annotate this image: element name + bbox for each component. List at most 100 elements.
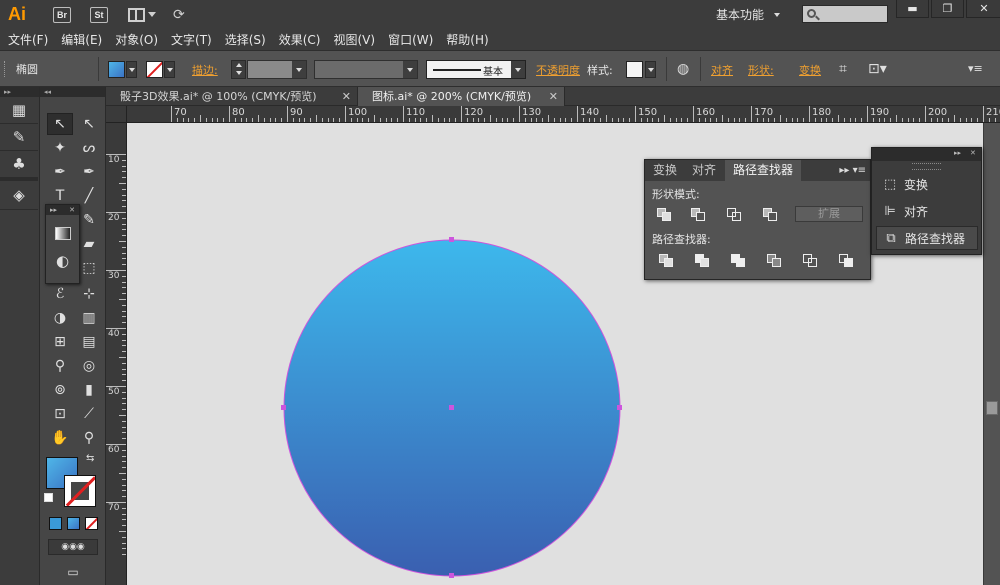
chevron-down-icon[interactable] — [403, 61, 417, 78]
isolate-selection-icon[interactable]: ⌗ — [839, 61, 847, 77]
dock-item-pathfinder[interactable]: ⧉ 路径查找器 — [876, 226, 978, 250]
fill-dropdown[interactable] — [126, 61, 137, 78]
stroke-weight-stepper[interactable] — [231, 60, 246, 79]
minus-front-button[interactable] — [691, 208, 707, 222]
default-colors-icon[interactable] — [44, 493, 53, 502]
menu-help[interactable]: 帮助(H) — [446, 31, 488, 48]
transform-link[interactable]: 变换 — [799, 62, 821, 78]
menu-select[interactable]: 选择(S) — [225, 31, 266, 48]
right-dock-header[interactable]: ▸▸ ✕ — [872, 148, 981, 161]
unite-button[interactable] — [657, 208, 673, 222]
gradient-tool[interactable]: ▤ — [76, 331, 102, 353]
stock-button[interactable]: St — [90, 6, 108, 23]
menu-object[interactable]: 对象(O) — [115, 31, 158, 48]
blend-tool[interactable]: ◎ — [76, 355, 102, 377]
exclude-button[interactable] — [763, 208, 779, 222]
selection-tool[interactable]: ↖ — [47, 113, 73, 135]
recolor-artwork-icon[interactable]: ◍ — [677, 61, 689, 77]
none-mode-button[interactable] — [85, 517, 98, 530]
color-mode-button[interactable] — [49, 517, 62, 530]
vertical-ruler[interactable]: 10 20 30 40 50 60 70 — [106, 106, 127, 585]
dock-item-align[interactable]: ⊫ 对齐 — [876, 199, 978, 223]
magic-wand-tool[interactable]: ✦ — [47, 137, 73, 159]
shape-builder-tool[interactable]: ◑ — [47, 307, 73, 329]
panel-menu-icon[interactable]: ▸▸ ▾≡ — [839, 165, 866, 176]
tab-align[interactable]: 对齐 — [692, 160, 716, 181]
stroke-weight-field[interactable] — [247, 60, 307, 79]
divide-button[interactable] — [659, 254, 675, 268]
zoom-tool[interactable]: ⚲ — [76, 427, 102, 449]
anchor-point-left[interactable] — [281, 405, 286, 410]
panel-grip[interactable] — [4, 61, 7, 77]
swap-colors-icon[interactable]: ⇆ — [86, 453, 94, 464]
symbols-panel-button[interactable]: ♣ — [0, 151, 38, 178]
menu-view[interactable]: 视图(V) — [333, 31, 375, 48]
arrange-documents-button[interactable] — [128, 6, 158, 24]
eyedropper-tool[interactable]: ⚲ — [47, 355, 73, 377]
minus-back-button[interactable] — [839, 254, 855, 268]
stroke-dropdown[interactable] — [164, 61, 175, 78]
chevron-down-icon[interactable] — [774, 13, 780, 17]
menu-type[interactable]: 文字(T) — [171, 31, 212, 48]
mini-panel-header[interactable]: ▸▸✕ — [46, 205, 79, 215]
close-window-button[interactable]: ✕ — [966, 0, 1000, 18]
envelope-icon[interactable]: ⊡▾ — [868, 61, 887, 77]
expand-button[interactable]: 扩展 — [795, 206, 863, 222]
curvature-tool[interactable]: ✒ — [76, 161, 102, 183]
tab-dice-3d[interactable]: 骰子3D效果.ai* @ 100% (CMYK/预览) ✕ — [106, 87, 358, 106]
panel-menu-icon[interactable]: ▾≡ — [968, 61, 983, 77]
intersect-button[interactable] — [727, 208, 743, 222]
dock-item-transform[interactable]: ⬚ 变换 — [876, 172, 978, 196]
mesh-tool[interactable]: ⊞ — [47, 331, 73, 353]
ruler-origin[interactable] — [106, 106, 127, 123]
close-icon[interactable]: ✕ — [342, 87, 351, 106]
menu-file[interactable]: 文件(F) — [8, 31, 48, 48]
panel-grip[interactable] — [912, 163, 941, 170]
close-icon[interactable]: ✕ — [549, 87, 558, 106]
chevron-down-icon[interactable] — [511, 61, 525, 78]
fill-color-swatch[interactable] — [108, 61, 125, 78]
merge-button[interactable] — [731, 254, 747, 268]
brushes-panel-button[interactable]: ✎ — [0, 124, 38, 151]
vertical-scrollbar[interactable] — [983, 123, 1000, 585]
chevron-down-icon[interactable] — [292, 61, 306, 78]
minimize-button[interactable]: ▬ — [896, 0, 929, 18]
direct-selection-tool[interactable]: ↖ — [76, 113, 102, 135]
align-link[interactable]: 对齐 — [711, 62, 733, 78]
pen-tool[interactable]: ✒ — [47, 161, 73, 183]
bridge-button[interactable]: Br — [53, 6, 71, 23]
free-transform-tool-2[interactable]: ⊹ — [76, 283, 102, 305]
gradient-mode-button[interactable] — [67, 517, 80, 530]
layers-panel-button[interactable]: ◈ — [0, 178, 38, 210]
lasso-tool[interactable]: ᔕ — [76, 137, 102, 159]
workspace-switcher[interactable]: 基本功能 — [716, 6, 764, 23]
scrollbar-thumb[interactable] — [986, 401, 998, 415]
search-box[interactable] — [802, 5, 888, 23]
outline-button[interactable] — [803, 254, 819, 268]
symbol-sprayer-tool[interactable]: ⊚ — [47, 379, 73, 401]
hand-tool[interactable]: ✋ — [47, 427, 73, 449]
drawing-modes-button[interactable]: ◉◉◉ — [48, 539, 98, 555]
tab-transform[interactable]: 变换 — [653, 160, 677, 181]
gradient-panel-button[interactable] — [51, 221, 75, 245]
menu-edit[interactable]: 编辑(E) — [61, 31, 102, 48]
crop-button[interactable] — [767, 254, 783, 268]
slice-tool[interactable]: ⟋ — [76, 403, 102, 425]
perspective-grid-tool[interactable]: ▥ — [76, 307, 102, 329]
stroke-color-box[interactable] — [64, 475, 96, 507]
anchor-point-top[interactable] — [449, 237, 454, 242]
shape-link[interactable]: 形状: — [748, 62, 774, 78]
opacity-link[interactable]: 不透明度 — [536, 62, 580, 78]
tab-icon-doc[interactable]: 图标.ai* @ 200% (CMYK/预览) ✕ — [358, 87, 565, 106]
stroke-color-swatch[interactable] — [146, 61, 163, 78]
artboards-panel-button[interactable]: ▦ — [0, 97, 38, 124]
tab-pathfinder[interactable]: 路径查找器 — [725, 160, 802, 181]
gpu-performance-icon[interactable]: ⟳ — [173, 7, 185, 23]
anchor-point-bottom[interactable] — [449, 573, 454, 578]
screen-mode-button[interactable]: ▭ — [62, 565, 84, 579]
anchor-point-right[interactable] — [617, 405, 622, 410]
horizontal-ruler[interactable]: 70 80 90 100 110 120 130 140 150 160 170 180 190 200 2… — [127, 106, 1000, 123]
graphic-style-swatch[interactable] — [626, 61, 643, 78]
column-graph-tool[interactable]: ▮ — [76, 379, 102, 401]
trim-button[interactable] — [695, 254, 711, 268]
